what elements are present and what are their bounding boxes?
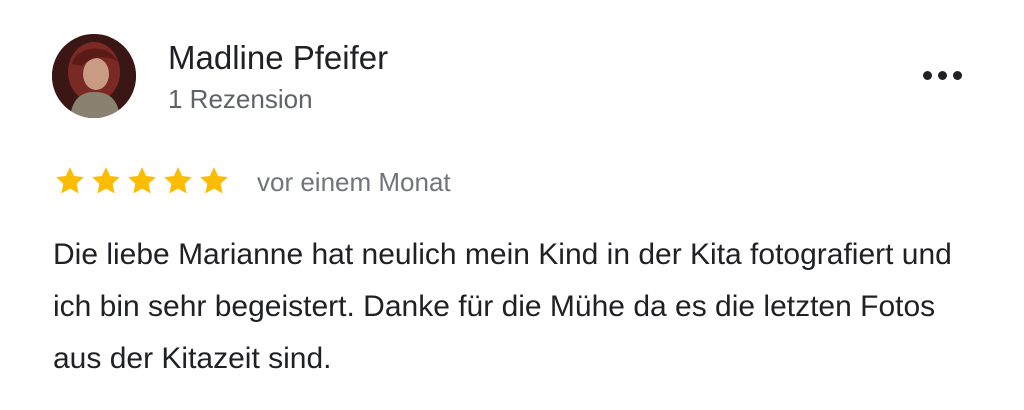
more-horizontal-icon	[952, 70, 962, 80]
star-icon	[92, 167, 120, 194]
review-count[interactable]: 1 Rezension	[168, 83, 313, 115]
more-horizontal-icon	[937, 70, 947, 80]
review-text: Die liebe Marianne hat neulich mein Kind…	[53, 238, 952, 375]
avatar-image	[52, 34, 136, 118]
more-options-button[interactable]	[918, 62, 966, 88]
star-icon	[200, 167, 228, 194]
star-icon	[128, 167, 156, 194]
avatar[interactable]	[52, 34, 136, 118]
star-icon	[56, 167, 84, 194]
author-name[interactable]: Madline Pfeifer	[168, 38, 388, 78]
star-rating	[53, 164, 231, 198]
star-icon	[164, 167, 192, 194]
review-time: vor einem Monat	[257, 167, 451, 197]
review-card: Madline Pfeifer 1 Rezension vor einem Mo…	[0, 0, 1024, 410]
more-horizontal-icon	[922, 70, 932, 80]
